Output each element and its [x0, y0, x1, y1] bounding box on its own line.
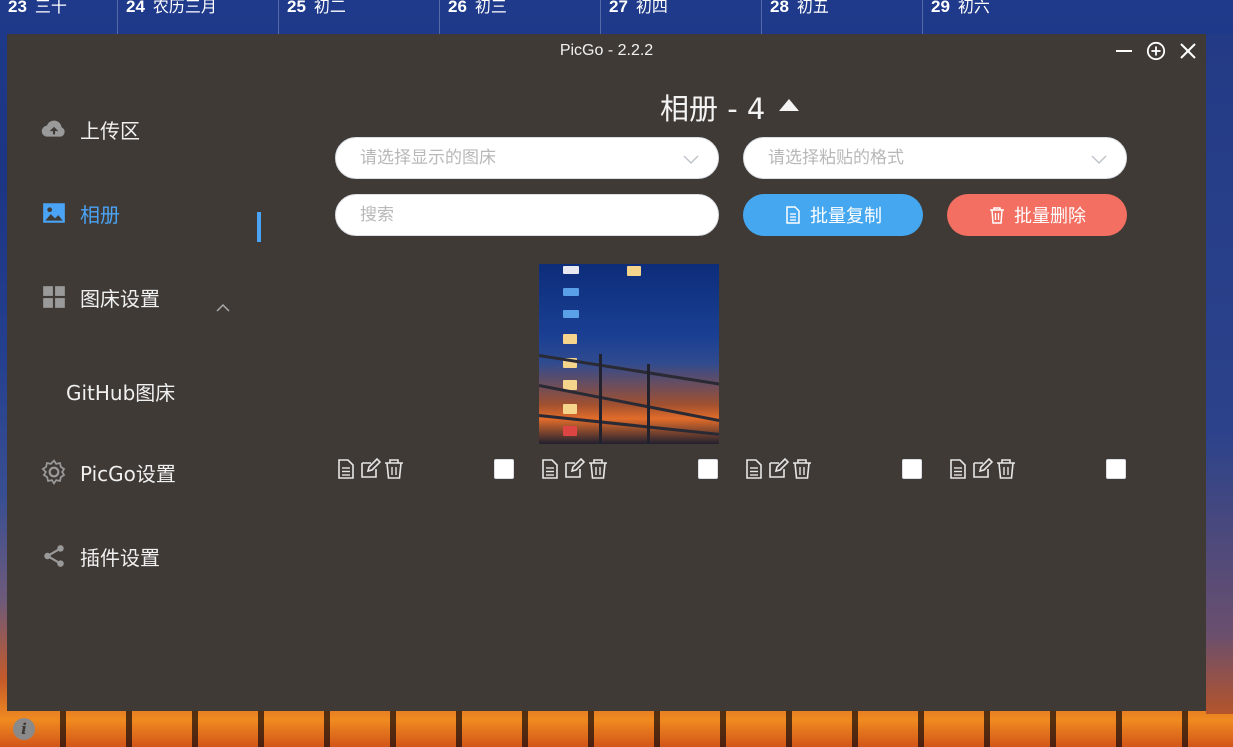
trash-icon[interactable] — [587, 458, 609, 480]
chevron-down-icon — [1091, 155, 1107, 165]
trash-icon — [990, 207, 1004, 224]
card-actions — [743, 458, 813, 482]
share-icon — [44, 545, 64, 567]
picgo-window: PicGo - 2.2.2 上传区 相册 图床设置 GitHub图床 PicGo… — [7, 34, 1206, 740]
card-checkbox[interactable] — [902, 459, 922, 479]
edit-icon[interactable] — [767, 458, 789, 480]
calendar-strip: 23 三十 24 农历三月 25 初二 26 初三 27 初四 28 初五 29 初六 — [0, 0, 1233, 34]
sidebar-item-label: 相册 — [80, 202, 120, 227]
gallery-title: 相册 - 4 — [660, 86, 800, 128]
paste-format-select[interactable]: 请选择粘贴的格式 — [743, 137, 1127, 179]
image-thumbnail[interactable] — [539, 264, 719, 444]
sidebar-item-upload[interactable]: 上传区 — [41, 114, 140, 144]
desktop-railing — [0, 707, 1233, 747]
search-placeholder: 搜索 — [360, 205, 394, 225]
window-controls — [1114, 40, 1198, 62]
document-icon[interactable] — [335, 458, 357, 480]
maximize-icon[interactable] — [1146, 40, 1166, 62]
sidebar: 上传区 相册 图床设置 GitHub图床 PicGo设置 插件设置 i — [7, 68, 267, 740]
batch-copy-button[interactable]: 批量复制 — [743, 194, 923, 236]
sidebar-item-plugin-settings[interactable]: 插件设置 — [41, 541, 160, 571]
card-checkbox[interactable] — [494, 459, 514, 479]
active-indicator — [257, 212, 261, 242]
search-input[interactable]: 搜索 — [335, 194, 719, 236]
close-icon[interactable] — [1178, 40, 1198, 62]
grid-icon — [43, 286, 65, 308]
calendar-cell: 27 初四 — [600, 0, 761, 34]
calendar-cell: 23 三十 — [8, 0, 67, 16]
sidebar-item-picbed-settings[interactable]: 图床设置 — [41, 282, 160, 312]
card-checkbox[interactable] — [1106, 459, 1126, 479]
card-actions — [539, 458, 609, 482]
trash-icon[interactable] — [383, 458, 405, 480]
sidebar-item-label: 上传区 — [80, 118, 140, 143]
batch-delete-button[interactable]: 批量删除 — [947, 194, 1127, 236]
calendar-cell: 24 农历三月 — [117, 0, 278, 34]
trash-icon[interactable] — [995, 458, 1017, 480]
calendar-cell: 28 初五 — [761, 0, 922, 34]
batch-delete-label: 批量删除 — [1014, 206, 1086, 227]
card-actions — [947, 458, 1017, 482]
paste-format-placeholder: 请选择粘贴的格式 — [768, 148, 904, 168]
edit-icon[interactable] — [359, 458, 381, 480]
gallery-title-text: 相册 - 4 — [660, 92, 766, 126]
caret-up-icon[interactable] — [779, 99, 800, 111]
calendar-cell: 26 初三 — [439, 0, 600, 34]
calendar-cell: 29 初六 — [922, 0, 1083, 34]
chevron-up-icon[interactable] — [215, 300, 231, 316]
card-checkbox[interactable] — [698, 459, 718, 479]
sidebar-item-label: 插件设置 — [80, 545, 160, 570]
chevron-down-icon — [683, 155, 699, 165]
sidebar-item-gallery[interactable]: 相册 — [41, 198, 120, 228]
batch-copy-label: 批量复制 — [810, 206, 882, 227]
calendar-cell: 25 初二 — [278, 0, 439, 34]
sidebar-item-picgo-settings[interactable]: PicGo设置 — [41, 457, 176, 487]
document-icon[interactable] — [743, 458, 765, 480]
gear-icon — [41, 459, 66, 485]
sidebar-item-label: 图床设置 — [80, 286, 160, 311]
document-icon — [786, 206, 800, 224]
window-title: PicGo - 2.2.2 — [559, 42, 654, 59]
document-icon[interactable] — [947, 458, 969, 480]
edit-icon[interactable] — [971, 458, 993, 480]
card-actions — [335, 458, 405, 482]
info-icon[interactable]: i — [13, 718, 35, 740]
sidebar-item-label: PicGo设置 — [80, 461, 176, 486]
document-icon[interactable] — [539, 458, 561, 480]
picbed-select[interactable]: 请选择显示的图床 — [335, 137, 719, 179]
picture-icon — [43, 203, 65, 223]
picbed-select-placeholder: 请选择显示的图床 — [360, 148, 496, 168]
desktop-edge — [1206, 34, 1233, 714]
sidebar-subitem-github[interactable]: GitHub图床 — [66, 377, 175, 406]
cloud-upload-icon — [41, 120, 65, 137]
edit-icon[interactable] — [563, 458, 585, 480]
trash-icon[interactable] — [791, 458, 813, 480]
minimize-icon[interactable] — [1114, 40, 1134, 62]
